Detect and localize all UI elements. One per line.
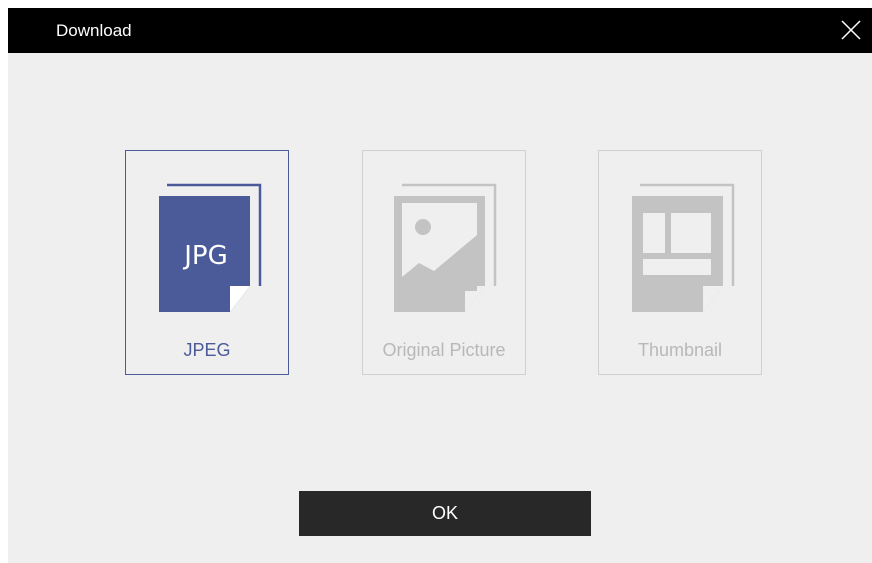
option-thumbnail[interactable]: Thumbnail <box>598 150 762 375</box>
jpg-icon-text: JPG <box>182 241 228 271</box>
option-jpeg-label: JPEG <box>183 340 231 360</box>
option-original-label: Original Picture <box>382 340 506 360</box>
close-button[interactable] <box>836 15 866 45</box>
close-icon <box>841 20 861 40</box>
ok-button[interactable]: OK <box>299 491 591 536</box>
dialog-title: Download <box>56 21 132 40</box>
title-bar: Download <box>8 8 872 53</box>
option-thumbnail-label: Thumbnail <box>637 340 723 360</box>
option-original-picture[interactable]: Original Picture <box>362 150 526 375</box>
download-dialog: Download JPG JPEG Original Picture Thumb… <box>8 8 872 563</box>
option-jpeg[interactable]: JPG JPEG <box>125 150 289 375</box>
